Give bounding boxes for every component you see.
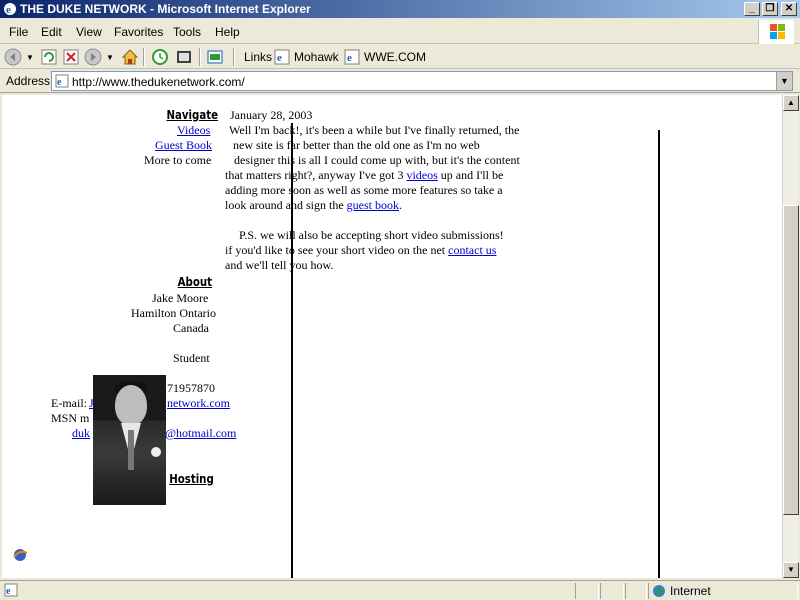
post-line-4-tail: up and I'll be <box>437 168 504 182</box>
link-wwe[interactable]: WWE.COM <box>364 50 426 64</box>
browser-window: e THE DUKE NETWORK - Microsoft Internet … <box>0 0 800 600</box>
page-icon: e <box>4 583 18 597</box>
link-mohawk[interactable]: Mohawk <box>294 50 339 64</box>
post-contact-link[interactable]: contact us <box>448 243 496 257</box>
address-label: Address <box>6 74 51 88</box>
navigate-heading: Navigate <box>166 108 218 122</box>
post-line-3: designer this is all I could come up wit… <box>234 153 520 167</box>
post-line-4-text: that matters right?, anyway I've got 3 <box>225 168 407 182</box>
page-content: Navigate Videos Guest Book More to come … <box>2 95 782 578</box>
maximize-button[interactable]: ❐ <box>762 2 778 16</box>
links-label: Links <box>244 50 273 64</box>
globe-icon <box>653 585 665 597</box>
nav-link-guestbook[interactable]: Guest Book <box>155 138 212 153</box>
media-icon[interactable] <box>175 48 193 66</box>
back-dropdown-icon[interactable]: ▼ <box>26 53 34 62</box>
svg-text:e: e <box>57 77 62 88</box>
post-line-6-text: look around and sign the <box>225 198 347 212</box>
menu-view[interactable]: View <box>76 25 102 39</box>
svg-text:e: e <box>277 52 282 64</box>
address-url[interactable]: http://www.thedukenetwork.com/ <box>72 75 245 89</box>
menu-edit[interactable]: Edit <box>41 25 62 39</box>
about-occupation: Student <box>173 351 210 365</box>
history-icon[interactable] <box>151 48 169 66</box>
toolbar-separator <box>143 48 145 66</box>
ie-icon: e <box>4 3 16 16</box>
address-bar: Address e http://www.thedukenetwork.com/… <box>0 70 800 93</box>
menu-favorites[interactable]: Favorites <box>114 25 163 39</box>
post-ps-1: P.S. we will also be accepting short vid… <box>239 228 504 242</box>
post-date: January 28, 2003 <box>230 108 313 122</box>
scroll-thumb[interactable] <box>783 205 799 515</box>
menu-file[interactable]: File <box>9 25 28 39</box>
standard-toolbar: ▼ ▼ Links e Mohawk e WWE.COM <box>0 45 800 69</box>
about-heading: About <box>177 275 212 289</box>
post-line-1: Well I'm back!, it's been a while but I'… <box>229 123 520 137</box>
zone-label: Internet <box>670 584 711 598</box>
address-input[interactable]: e http://www.thedukenetwork.com/ ▼ <box>51 71 793 91</box>
scroll-down-button[interactable]: ▼ <box>783 562 799 578</box>
back-icon[interactable] <box>4 48 22 66</box>
post-videos-link[interactable]: videos <box>406 168 437 182</box>
toolbar-separator <box>233 48 235 66</box>
minimize-button[interactable]: _ <box>744 2 760 16</box>
post-line-4: that matters right?, anyway I've got 3 v… <box>225 168 503 183</box>
menu-help[interactable]: Help <box>215 25 240 39</box>
menu-bar: File Edit View Favorites Tools Help <box>0 19 800 44</box>
svg-text:e: e <box>347 52 352 64</box>
post-line-6-tail: . <box>399 198 402 212</box>
forward-icon[interactable] <box>84 48 102 66</box>
status-pane <box>575 583 599 599</box>
msn-link-end[interactable]: @hotmail.com <box>165 426 236 441</box>
post-ps-2: if you'd like to see your short video on… <box>225 243 496 258</box>
toolbar-separator <box>199 48 201 66</box>
profile-photo <box>93 375 166 505</box>
about-phone: 71957870 <box>167 381 215 395</box>
status-pane <box>600 583 624 599</box>
post-line-6: look around and sign the guest book. <box>225 198 402 213</box>
photo-boutonniere <box>151 447 161 457</box>
nav-more: More to come <box>144 153 212 167</box>
hosting-heading: Hosting <box>169 472 214 486</box>
scroll-up-button[interactable]: ▲ <box>783 95 799 111</box>
ie-logo-icon <box>13 549 28 561</box>
post-ps-2-text: if you'd like to see your short video on… <box>225 243 449 257</box>
svg-text:e: e <box>6 586 11 597</box>
post-ps-3: and we'll tell you how. <box>225 258 334 272</box>
about-name: Jake Moore <box>152 291 209 305</box>
mail-icon[interactable] <box>206 48 224 66</box>
about-city: Hamilton Ontario <box>131 306 216 320</box>
msn-link-start[interactable]: duk <box>72 426 90 441</box>
window-title: THE DUKE NETWORK - Microsoft Internet Ex… <box>20 2 311 16</box>
stop-icon[interactable] <box>62 48 80 66</box>
vertical-scrollbar[interactable]: ▲ ▼ <box>782 95 799 578</box>
post-line-2: new site is far better than the old one … <box>233 138 480 152</box>
forward-dropdown-icon[interactable]: ▼ <box>106 53 114 62</box>
msn-label: MSN m <box>51 411 90 425</box>
about-country: Canada <box>173 321 209 335</box>
divider-right <box>658 130 660 578</box>
windows-flag-icon <box>770 24 785 39</box>
divider-left <box>291 123 293 578</box>
email-label: E-mail: <box>51 396 87 410</box>
windows-logo <box>758 20 794 44</box>
photo-face <box>115 385 147 425</box>
menu-tools[interactable]: Tools <box>173 25 201 39</box>
photo-tie <box>128 430 134 470</box>
status-pane <box>625 583 647 599</box>
title-bar: e THE DUKE NETWORK - Microsoft Internet … <box>0 0 800 18</box>
address-dropdown-icon[interactable]: ▼ <box>776 72 792 90</box>
page-icon: e <box>344 49 360 65</box>
page-icon: e <box>55 74 69 88</box>
post-guestbook-link[interactable]: guest book <box>347 198 399 212</box>
svg-text:e: e <box>6 4 11 16</box>
close-button[interactable]: ✕ <box>781 2 797 16</box>
nav-link-videos[interactable]: Videos <box>177 123 210 138</box>
page-icon: e <box>274 49 290 65</box>
email-link-end[interactable]: network.com <box>167 396 230 411</box>
home-icon[interactable] <box>121 48 139 66</box>
post-line-5: adding more soon as well as some more fe… <box>225 183 503 197</box>
refresh-icon[interactable] <box>40 48 58 66</box>
status-bar: e Internet <box>0 580 800 600</box>
